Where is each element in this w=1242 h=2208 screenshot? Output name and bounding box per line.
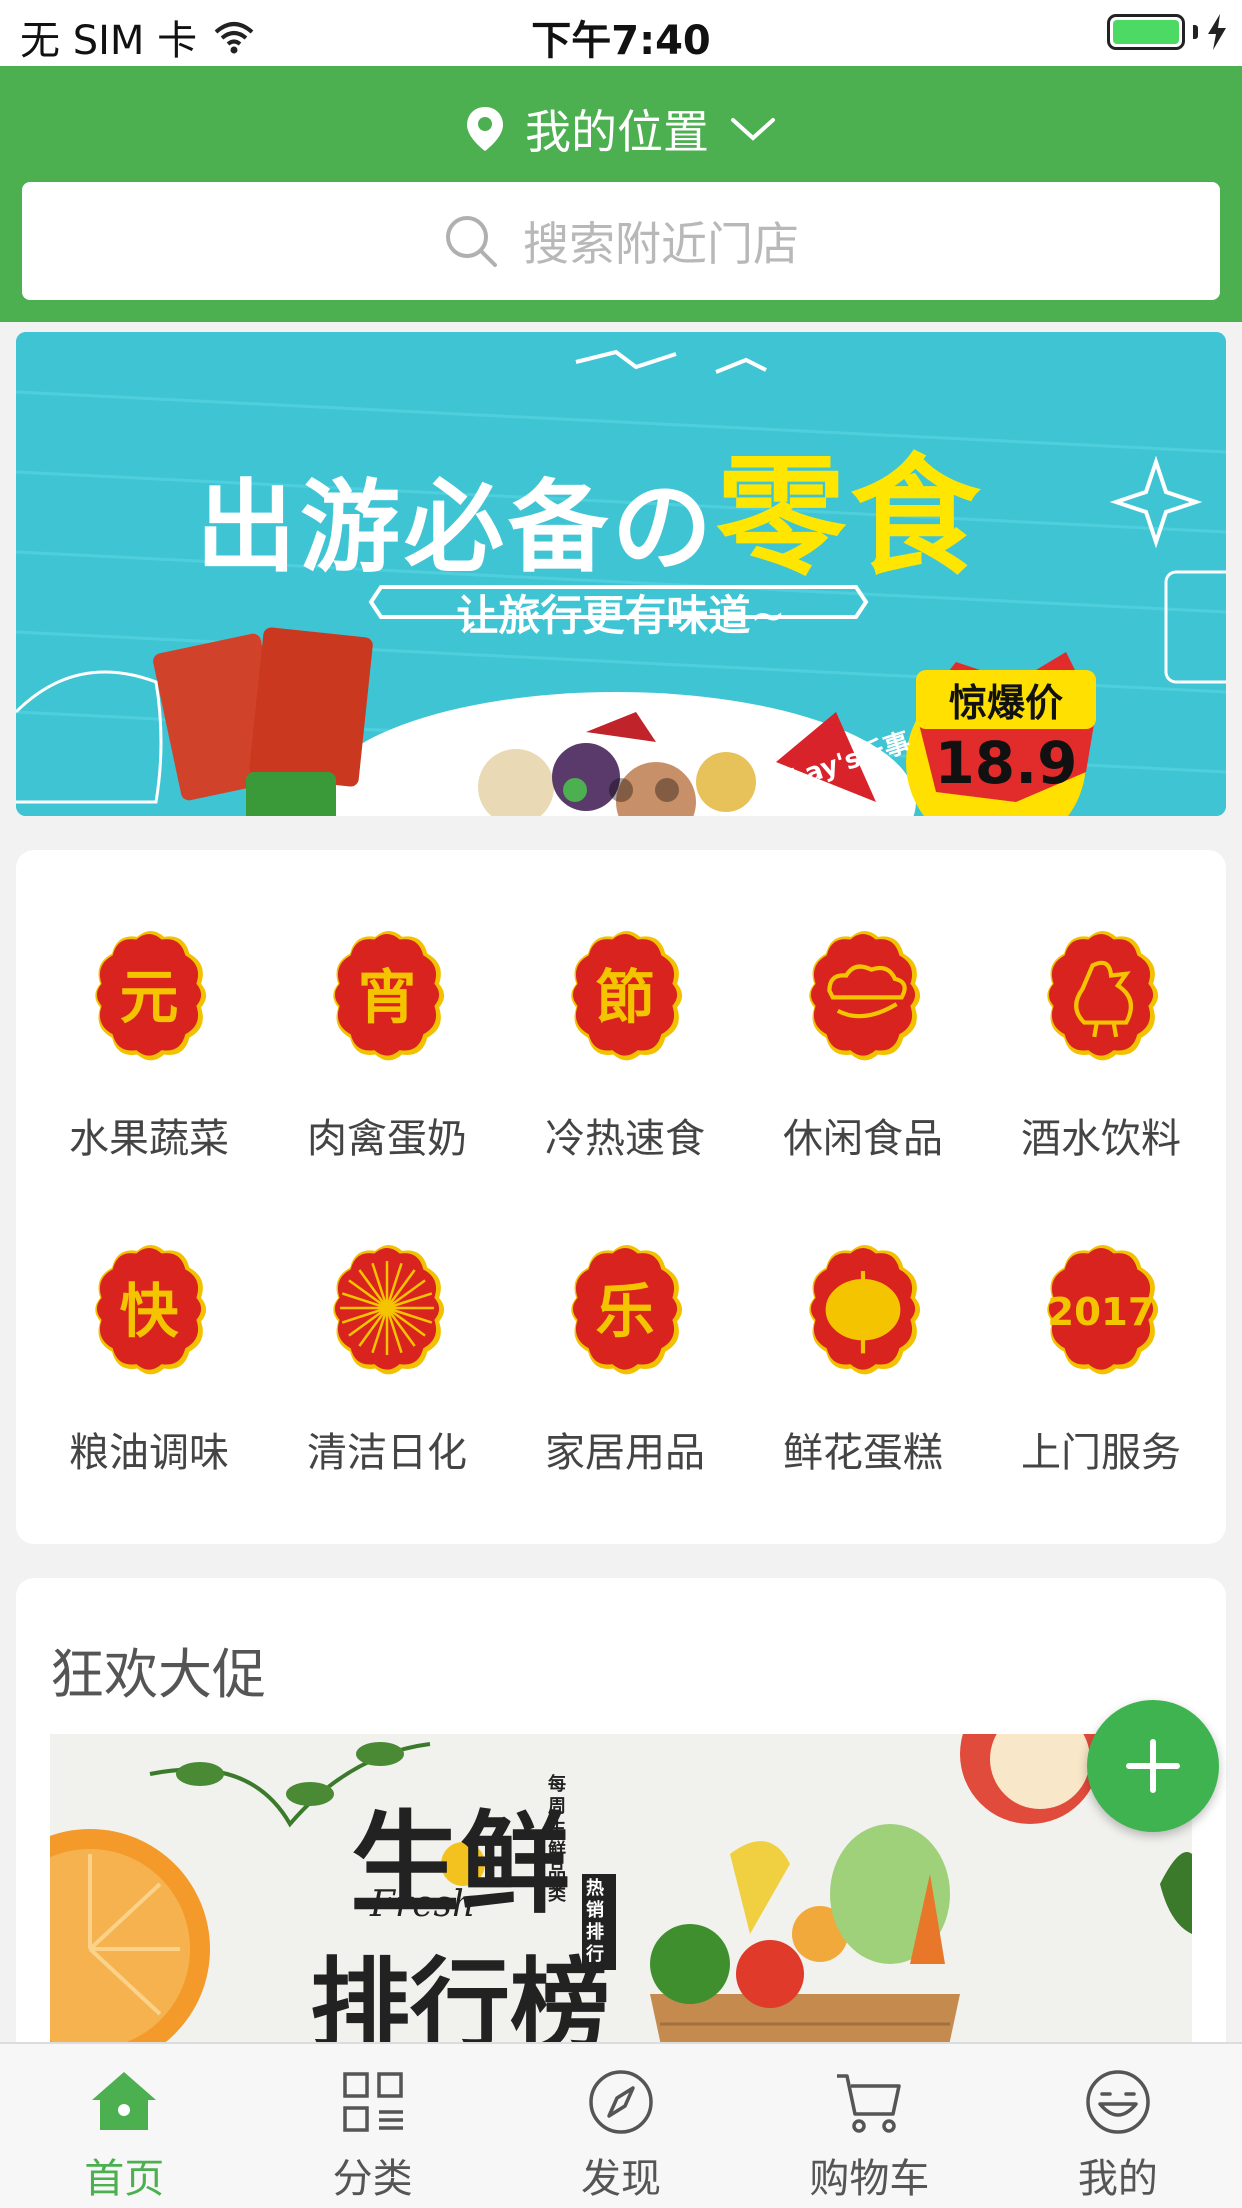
category-item[interactable]: 清洁日化: [268, 1224, 506, 1478]
rooster-badge-icon: [1047, 931, 1159, 1061]
category-label: 肉禽蛋奶: [307, 1116, 467, 1162]
tab-discover[interactable]: 发现: [497, 2044, 745, 2208]
promo-banner-carousel[interactable]: 出游必备の零食 让旅行更有味道~ 惊爆价 18.9 Lay's乐事: [16, 332, 1226, 816]
plus-icon: [1126, 1739, 1180, 1793]
tab-label: 分类: [332, 2156, 413, 2202]
carousel-dot[interactable]: [609, 778, 633, 802]
category-glyph: 元: [120, 963, 179, 1032]
category-panel: 元水果蔬菜宵肉禽蛋奶節冷热速食 休闲食品 酒水饮料快粮油调味 清洁日化乐家居用品 鲜花蛋…: [16, 850, 1226, 1544]
lantern-badge-icon: [809, 1245, 921, 1375]
carousel-dots[interactable]: [16, 778, 1226, 802]
category-label: 水果蔬菜: [69, 1116, 229, 1162]
charging-bolt-icon: [1208, 14, 1226, 50]
poster-side-label-1: 每周生鲜品类: [548, 1774, 566, 1905]
category-item[interactable]: 酒水饮料: [982, 910, 1220, 1164]
category-glyph: 宵: [358, 963, 417, 1032]
category-item[interactable]: 乐家居用品: [506, 1224, 744, 1478]
tab-label: 我的: [1077, 2156, 1158, 2202]
location-pin-icon: [467, 107, 503, 151]
fireworks-badge-icon: [333, 1245, 445, 1375]
carousel-dot[interactable]: [563, 778, 587, 802]
category-grid: 元水果蔬菜宵肉禽蛋奶節冷热速食 休闲食品 酒水饮料快粮油调味 清洁日化乐家居用品 鲜花蛋…: [16, 910, 1226, 1478]
cloud-badge-icon: [809, 931, 921, 1061]
carousel-dot[interactable]: [655, 778, 679, 802]
poster-side-label-2: 热销排行: [582, 1874, 616, 1970]
year-badge-icon: 2017: [1047, 1245, 1159, 1375]
category-label: 上门服务: [1021, 1430, 1181, 1476]
category-label: 酒水饮料: [1021, 1116, 1181, 1162]
grid-icon: [342, 2072, 403, 2132]
add-floating-button[interactable]: [1087, 1700, 1219, 1832]
tab-label: 购物车: [809, 2156, 930, 2202]
category-item[interactable]: 節冷热速食: [506, 910, 744, 1164]
poster-script-text: Fresh: [370, 1884, 476, 1925]
tab-label: 发现: [581, 2156, 662, 2202]
tab-cart[interactable]: 购物车: [745, 2044, 993, 2208]
tab-home[interactable]: 首页: [0, 2044, 248, 2208]
banner-headline-left: 出游必备の: [196, 469, 716, 586]
cart-icon: [837, 2074, 902, 2133]
bottom-tab-bar: 首页 分类 发现 购物车 我的: [0, 2042, 1242, 2208]
category-item[interactable]: 快粮油调味: [30, 1224, 268, 1478]
category-glyph: 快: [120, 1277, 179, 1346]
category-glyph: 節: [596, 963, 655, 1032]
location-label: 我的位置: [525, 105, 709, 159]
smiley-icon: [1086, 2070, 1150, 2134]
location-selector[interactable]: 我的位置: [0, 96, 1242, 162]
category-item[interactable]: 鲜花蛋糕: [744, 1224, 982, 1478]
jie-badge-icon: 節: [571, 931, 683, 1061]
category-item[interactable]: 宵肉禽蛋奶: [268, 910, 506, 1164]
category-label: 清洁日化: [307, 1430, 467, 1476]
status-bar: 无 SIM 卡 下午7:40: [0, 0, 1242, 66]
category-label: 休闲食品: [783, 1116, 943, 1162]
tab-category[interactable]: 分类: [248, 2044, 496, 2208]
tab-profile[interactable]: 我的: [994, 2044, 1242, 2208]
home-icon: [92, 2072, 157, 2130]
le-badge-icon: 乐: [571, 1245, 683, 1375]
banner-subtitle: 让旅行更有味道~: [456, 591, 786, 640]
compass-icon: [589, 2070, 653, 2134]
battery-indicator: [1107, 14, 1228, 50]
tab-label: 首页: [84, 2156, 165, 2202]
store-search-input[interactable]: 搜索附近门店: [22, 182, 1220, 300]
kuai-badge-icon: 快: [95, 1245, 207, 1375]
chevron-down-icon: [731, 118, 775, 141]
app-header: 我的位置 搜索附近门店: [0, 66, 1242, 322]
search-placeholder: 搜索附近门店: [523, 217, 799, 271]
banner-headline: 出游必备の零食: [196, 412, 984, 600]
battery-icon: [1107, 14, 1185, 50]
category-label: 冷热速食: [545, 1116, 705, 1162]
category-label: 家居用品: [545, 1430, 705, 1476]
category-label: 鲜花蛋糕: [783, 1430, 943, 1476]
section-title: 狂欢大促: [50, 1643, 266, 1706]
search-icon: [446, 216, 497, 267]
category-item[interactable]: 元水果蔬菜: [30, 910, 268, 1164]
badge-label: 惊爆价: [916, 670, 1096, 729]
yuan-badge-icon: 元: [95, 931, 207, 1061]
category-item[interactable]: 休闲食品: [744, 910, 982, 1164]
xiao-badge-icon: 宵: [333, 931, 445, 1061]
category-item[interactable]: 2017 上门服务: [982, 1224, 1220, 1478]
category-glyph: 乐: [596, 1277, 655, 1346]
status-time: 下午7:40: [531, 18, 711, 64]
banner-headline-right: 零食: [716, 441, 985, 593]
category-glyph: 2017: [1047, 1290, 1155, 1335]
category-label: 粮油调味: [69, 1430, 229, 1476]
